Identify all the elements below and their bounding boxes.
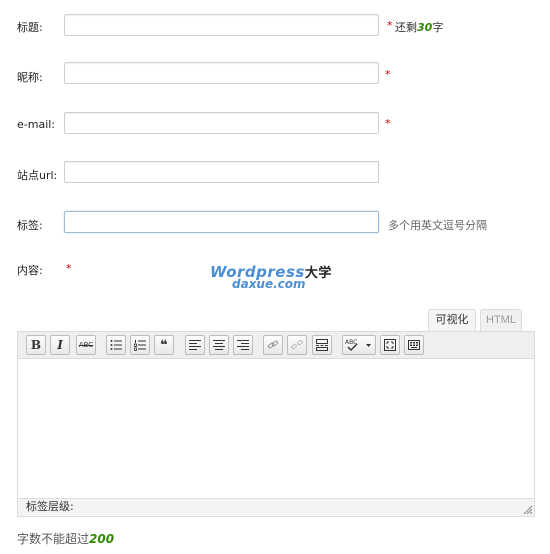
align-center-icon [213, 340, 225, 350]
unlink-button[interactable] [287, 335, 307, 355]
path-label: 标签层级: [26, 500, 74, 513]
nickname-required-mark: * [385, 68, 391, 81]
title-input[interactable] [64, 14, 379, 36]
fullscreen-icon [384, 339, 396, 351]
italic-button[interactable]: I [50, 335, 70, 355]
watermark-line2: daxue.com [232, 277, 306, 291]
unlink-icon [291, 339, 303, 350]
char-limit-note: 字数不能超过200 [17, 530, 114, 547]
nickname-input[interactable] [64, 62, 379, 84]
bold-button[interactable]: B [26, 335, 46, 355]
resize-grip-icon[interactable] [523, 505, 533, 515]
content-required-mark: * [66, 262, 72, 275]
tags-input[interactable] [64, 211, 379, 233]
hint-prefix: 还剩 [395, 21, 417, 34]
kitchen-sink-button[interactable] [404, 335, 424, 355]
numbered-list-icon [134, 340, 146, 351]
align-right-icon [237, 340, 249, 350]
email-label: e-mail: [17, 118, 56, 131]
tags-label: 标签: [17, 219, 43, 232]
watermark-cn: 大学 [304, 266, 332, 281]
strikethrough-button[interactable]: ABC [76, 335, 96, 355]
editor-path-bar: 标签层级: [18, 498, 534, 516]
align-center-button[interactable] [209, 335, 229, 355]
rich-text-editor: B I ABC ❝ ABC 标签层级: [17, 331, 535, 517]
more-tag-icon [316, 339, 328, 351]
numbered-list-button[interactable] [130, 335, 150, 355]
hint-count: 30 [417, 21, 433, 34]
align-left-icon [189, 340, 201, 350]
align-left-button[interactable] [185, 335, 205, 355]
nickname-label: 昵称: [17, 71, 43, 84]
insert-link-button[interactable] [263, 335, 283, 355]
align-right-button[interactable] [233, 335, 253, 355]
email-required-mark: * [385, 117, 391, 130]
site-url-input[interactable] [64, 161, 379, 183]
limit-count: 200 [89, 532, 115, 546]
title-remaining-hint: 还剩30字 [395, 19, 443, 35]
spellcheck-icon: ABC [345, 339, 371, 351]
editor-toolbar: B I ABC ❝ ABC [18, 332, 534, 359]
watermark-logo: Wordpress大学 daxue.com [210, 262, 340, 292]
spellcheck-button[interactable]: ABC [342, 335, 376, 355]
email-input[interactable] [64, 112, 379, 134]
title-required-mark: * [387, 19, 393, 32]
limit-prefix: 字数不能超过 [17, 532, 90, 546]
bullet-list-button[interactable] [106, 335, 126, 355]
fullscreen-button[interactable] [380, 335, 400, 355]
tags-note: 多个用英文逗号分隔 [388, 219, 487, 232]
link-icon [267, 340, 279, 349]
kitchen-sink-icon [408, 340, 420, 350]
tab-visual[interactable]: 可视化 [428, 309, 476, 331]
hint-suffix: 字 [432, 21, 444, 34]
insert-more-button[interactable] [312, 335, 332, 355]
editor-content-area[interactable] [18, 359, 534, 499]
tab-html[interactable]: HTML [480, 309, 522, 331]
site-url-label: 站点url: [17, 169, 58, 182]
title-label: 标题: [17, 21, 43, 34]
content-label: 内容: [17, 264, 43, 277]
blockquote-button[interactable]: ❝ [154, 335, 174, 355]
bullet-list-icon [110, 340, 122, 350]
